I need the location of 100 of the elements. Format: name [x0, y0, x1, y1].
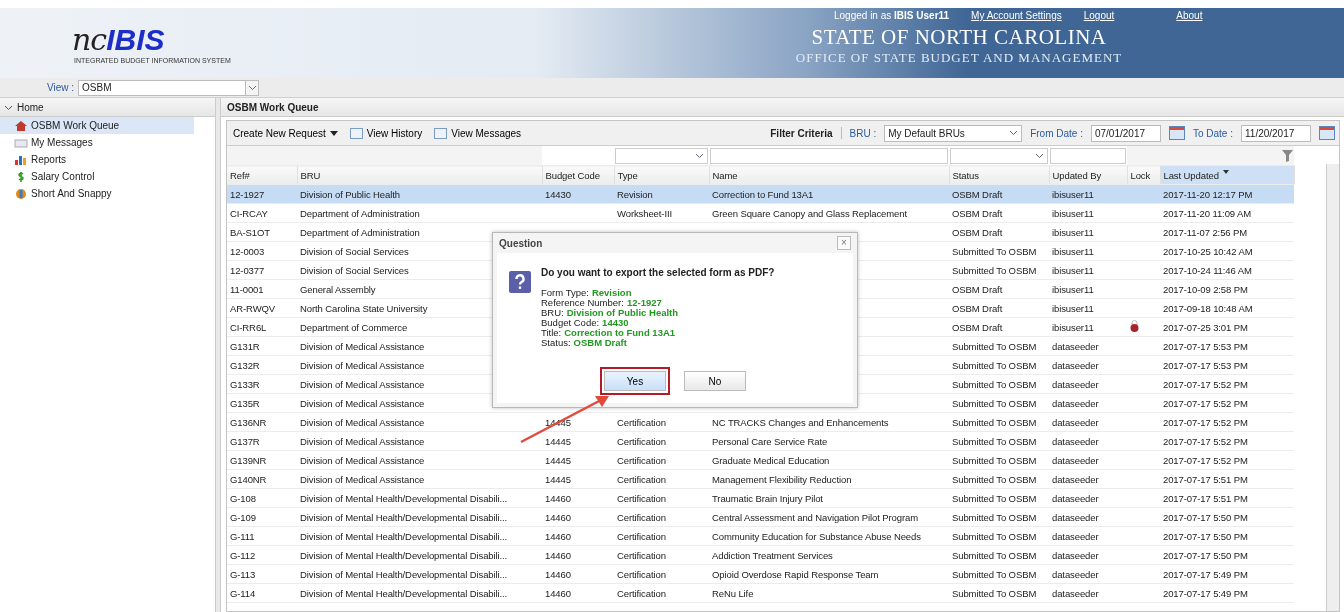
filter-icon[interactable]: [1282, 149, 1293, 162]
flash-icon: [14, 187, 28, 200]
status-cell: Submitted To OSBM: [952, 530, 1037, 542]
table-row[interactable]: G-113 Division of Mental Health/Developmental Disabili... 14460 Certification Opioid Overdose Rapid Response Team Submitted To OSBM dataseeder 2017-07-17 5:49 PM: [227, 564, 1294, 584]
status-cell: Submitted To OSBM: [952, 473, 1037, 485]
logo-script: nc: [72, 22, 107, 57]
sidebar-item[interactable]: Salary Control: [0, 168, 194, 185]
bru-select[interactable]: My Default BRUs: [884, 124, 1023, 142]
status-cell: Submitted To OSBM: [952, 245, 1037, 257]
calendar-icon[interactable]: [1319, 126, 1335, 140]
type-cell: Certification: [617, 454, 666, 466]
date-cell: 2017-10-24 11:46 AM: [1163, 264, 1252, 276]
status-cell: OSBM Draft: [952, 207, 1003, 219]
updated-by-cell: dataseeder: [1052, 378, 1099, 390]
scrollbar[interactable]: [1326, 164, 1339, 611]
ref-cell: G135R: [230, 397, 260, 409]
budget-code-cell: 14460: [545, 587, 571, 599]
sort-descending-icon: [1222, 169, 1229, 174]
sidebar-item[interactable]: Reports: [0, 151, 194, 168]
updated-by-cell: dataseeder: [1052, 568, 1099, 580]
updated-by-cell: dataseeder: [1052, 473, 1099, 485]
bru-cell: Division of Medical Assistance: [300, 454, 425, 466]
type-cell: Certification: [617, 435, 666, 447]
updated-by-cell: dataseeder: [1052, 435, 1099, 447]
updated-by-cell: dataseeder: [1052, 359, 1099, 371]
yes-button[interactable]: Yes: [604, 371, 666, 391]
tree-root[interactable]: Home: [0, 98, 215, 117]
table-row[interactable]: G137R Division of Medical Assistance 14445 Certification Personal Care Service Rate Submitted To OSBM dataseeder 2017-07-17 5:52 PM: [227, 431, 1294, 451]
table-row[interactable]: G-112 Division of Mental Health/Developmental Disabili... 14460 Certification Addiction Treatment Services Submitted To OSBM dataseeder 2017-07-17 5:50 PM: [227, 545, 1294, 565]
header-link[interactable]: My Account Settings: [971, 10, 1062, 21]
ref-cell: G139NR: [230, 454, 267, 466]
updated-by-cell: ibisuser11: [1052, 264, 1094, 276]
table-row[interactable]: G-108 Division of Mental Health/Developmental Disabili... 14460 Certification Traumatic Brain Injury Pilot Submitted To OSBM dataseeder 2017-07-17 5:51 PM: [227, 488, 1294, 508]
detail-label: Reference Number:: [541, 297, 624, 308]
table-row[interactable]: G140NR Division of Medical Assistance 14445 Certification Management Flexibility Reduction Submitted To OSBM dataseeder 2017-07-17 5:51 PM: [227, 469, 1294, 489]
detail-label: Status:: [541, 337, 571, 348]
view-select[interactable]: OSBM: [78, 79, 247, 96]
name-cell: Green Square Canopy and Glass Replacement: [712, 207, 907, 219]
dropdown-button[interactable]: [245, 79, 260, 96]
sidebar-item[interactable]: OSBM Work Queue: [0, 117, 194, 134]
ref-cell: G137R: [230, 435, 260, 447]
budget-code-cell: 14460: [545, 530, 571, 542]
name-filter[interactable]: [710, 147, 948, 164]
close-button[interactable]: ×: [837, 236, 851, 250]
type-cell: Certification: [617, 530, 666, 542]
view-messages-button[interactable]: View Messages: [432, 125, 524, 141]
date-cell: 2017-10-25 10:42 AM: [1163, 245, 1253, 257]
detail-label: BRU:: [541, 307, 564, 318]
type-cell: Certification: [617, 587, 666, 599]
status-cell: OSBM Draft: [952, 226, 1003, 238]
budget-code-cell: 14445: [545, 435, 571, 447]
date-cell: 2017-09-18 10:48 AM: [1163, 302, 1253, 314]
status-cell: Submitted To OSBM: [952, 568, 1037, 580]
status-cell: Submitted To OSBM: [952, 549, 1037, 561]
name-cell: Opioid Overdose Rapid Response Team: [712, 568, 879, 580]
type-cell: Certification: [617, 473, 666, 485]
from-date-field[interactable]: 07/01/2017: [1090, 124, 1161, 142]
table-row[interactable]: G139NR Division of Medical Assistance 14445 Certification Graduate Medical Education Submitted To OSBM dataseeder 2017-07-17 5:52 PM: [227, 450, 1294, 470]
calendar-icon[interactable]: [1168, 126, 1185, 140]
bru-cell: Division of Public Health: [300, 188, 400, 200]
no-button[interactable]: No: [684, 371, 746, 391]
ref-cell: G-113: [230, 568, 256, 580]
date-cell: 2017-07-17 5:50 PM: [1163, 530, 1248, 542]
table-row[interactable]: G-114 Division of Mental Health/Developmental Disabili... 14460 Certification ReNu Life Submitted To OSBM dataseeder 2017-07-17 5:49 PM: [227, 583, 1294, 603]
ref-cell: G140NR: [230, 473, 267, 485]
state-title: STATE OF NORTH CAROLINA: [811, 25, 1107, 50]
updated-by-cell: ibisuser11: [1052, 321, 1094, 333]
sidebar-item[interactable]: Short And Snappy: [0, 185, 194, 202]
header-link[interactable]: About: [1176, 10, 1203, 21]
status-cell: Submitted To OSBM: [952, 587, 1037, 599]
dropdown-icon: [247, 84, 257, 91]
sidebar-item[interactable]: My Messages: [0, 134, 194, 151]
table-row[interactable]: G-109 Division of Mental Health/Developmental Disabili... 14460 Certification Central Assessment and Navigation Pilot Program Submitted To OSBM dataseeder 2017-07-17 5:50 PM: [227, 507, 1294, 527]
bru-cell: Division of Medical Assistance: [300, 416, 425, 428]
view-history-button[interactable]: View History: [347, 125, 425, 141]
tree-root-label: Home: [17, 101, 44, 113]
date-cell: 2017-10-09 2:58 PM: [1163, 283, 1248, 295]
ref-cell: CI-RCAY: [230, 207, 268, 219]
header-link[interactable]: Logout: [1083, 10, 1115, 21]
create-request-button[interactable]: Create New Request: [231, 125, 340, 141]
type-cell: Certification: [617, 492, 666, 504]
house-icon: [14, 119, 28, 132]
question-icon: [509, 271, 531, 293]
status-cell: OSBM Draft: [952, 188, 1003, 200]
to-date-field[interactable]: 11/20/2017: [1241, 124, 1311, 142]
budget-code-cell: 14460: [545, 492, 571, 504]
type-filter[interactable]: [615, 147, 708, 164]
date-cell: 2017-07-17 5:49 PM: [1163, 587, 1248, 599]
budget-code-cell: 14445: [545, 473, 571, 485]
updated-by-cell: ibisuser11: [1052, 283, 1094, 295]
window-icon: [434, 127, 448, 139]
table-row[interactable]: 12-1927 Division of Public Health 14430 Revision Correction to Fund 13A1 OSBM Draft ibisuser11 2017-11-20 12:17 PM: [227, 184, 1294, 204]
table-row[interactable]: G-111 Division of Mental Health/Developmental Disabili... 14460 Certification Community Education for Substance Abuse Needs Submitted To OSBM dataseeder 2017-07-17 5:50 PM: [227, 526, 1294, 546]
bru-cell: Division of Mental Health/Developmental Disabili...: [300, 549, 508, 561]
updated-by-filter[interactable]: [1050, 147, 1126, 164]
table-row[interactable]: CI-RCAY Department of Administration Worksheet-III Green Square Canopy and Glass Replacement OSBM Draft ibisuser11 2017-11-20 11:09 AM: [227, 203, 1294, 223]
chart-icon: [14, 153, 28, 166]
bru-cell: North Carolina State University: [300, 302, 428, 314]
status-filter[interactable]: [950, 147, 1048, 164]
bru-cell: Department of Administration: [300, 207, 420, 219]
